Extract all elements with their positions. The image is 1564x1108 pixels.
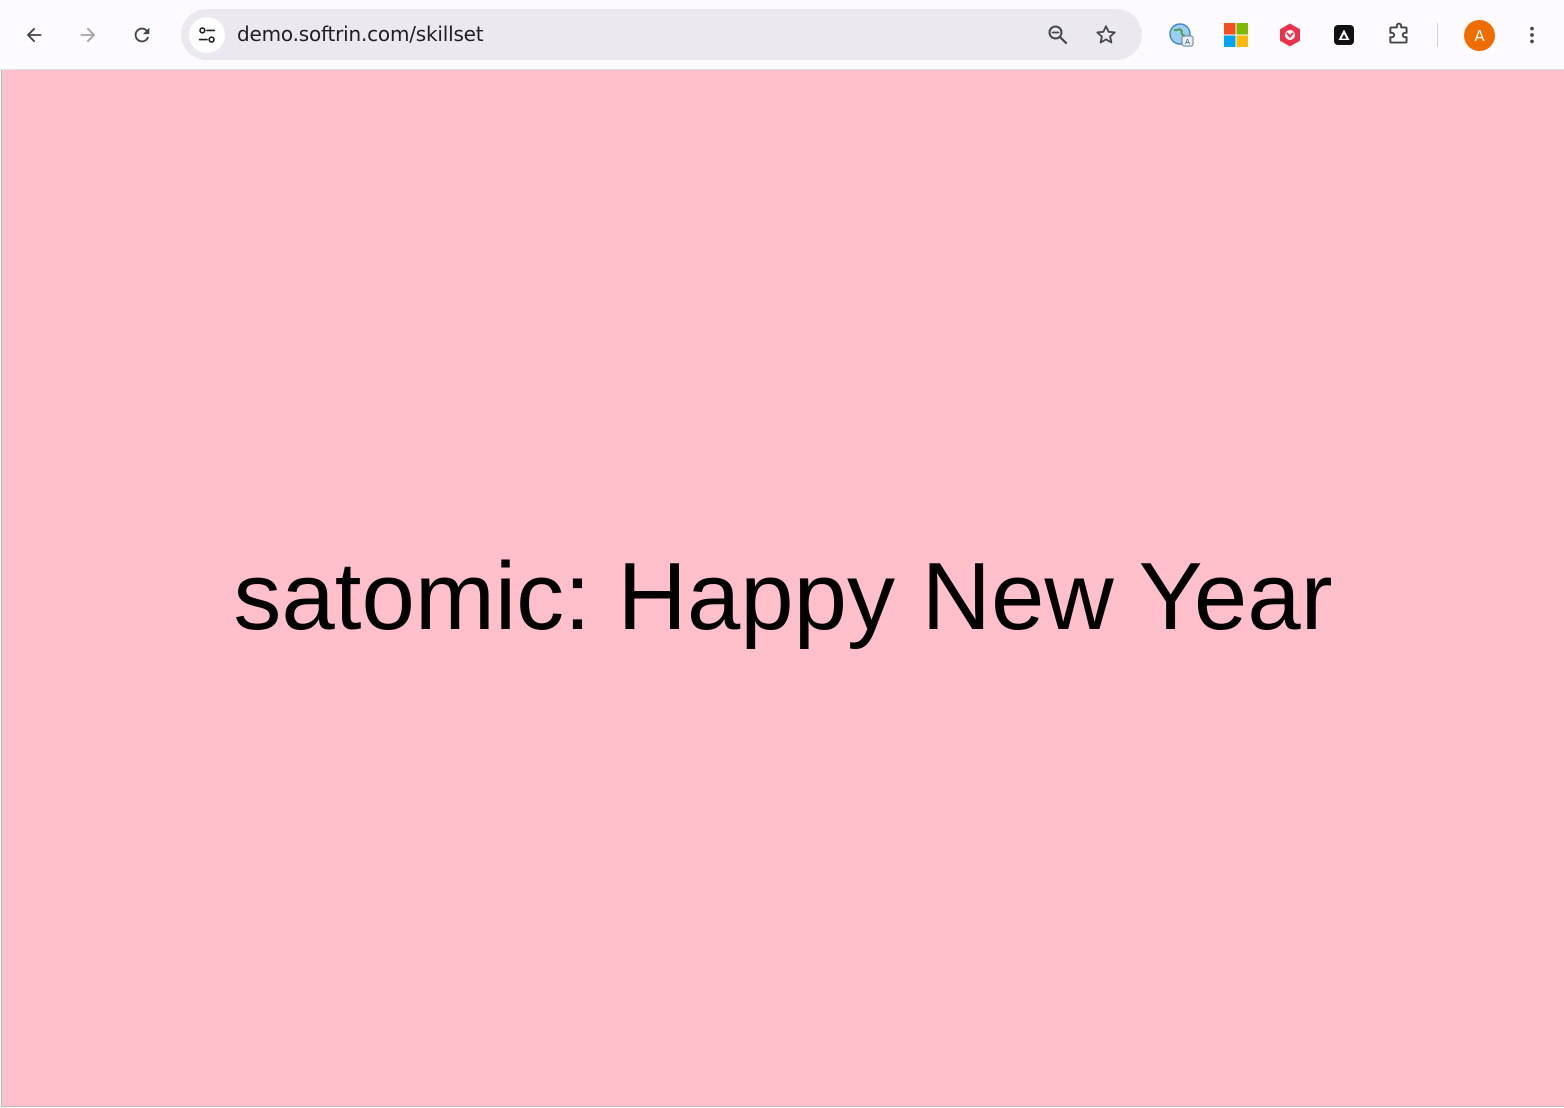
toolbar-divider	[1437, 23, 1438, 47]
address-bar[interactable]: demo.softrin.com/skillset	[181, 9, 1142, 60]
reload-icon	[134, 27, 150, 43]
more-menu-button[interactable]	[1516, 19, 1548, 51]
profile-avatar[interactable]: A	[1464, 20, 1495, 51]
extension-black-triangle[interactable]	[1329, 20, 1359, 50]
red-shield-extension-icon	[1280, 23, 1300, 47]
back-button[interactable]	[14, 15, 54, 55]
reload-button[interactable]	[122, 15, 162, 55]
forward-arrow-icon	[80, 27, 96, 43]
page-viewport: satomic: Happy New Year	[1, 70, 1564, 1107]
page-message: satomic: Happy New Year	[233, 543, 1333, 650]
url-text[interactable]: demo.softrin.com/skillset	[237, 9, 484, 60]
extension-red-shield[interactable]	[1275, 20, 1305, 50]
extension-translate[interactable]: A	[1166, 20, 1196, 50]
puzzle-piece-icon	[1389, 22, 1408, 44]
translate-globe-icon: A	[1169, 23, 1194, 47]
browser-toolbar: demo.softrin.com/skillset A A	[0, 0, 1564, 70]
extensions-menu-button[interactable]	[1384, 20, 1414, 50]
back-arrow-icon	[26, 27, 42, 43]
star-icon	[1096, 25, 1116, 44]
zoom-icon	[1048, 25, 1068, 45]
zoom-button[interactable]	[1044, 21, 1072, 49]
site-settings-icon	[198, 27, 216, 43]
black-triangle-extension-icon	[1334, 25, 1354, 45]
extension-microsoft[interactable]	[1221, 20, 1251, 50]
forward-button[interactable]	[68, 15, 108, 55]
bookmark-button[interactable]	[1092, 21, 1120, 49]
site-info-button[interactable]	[189, 17, 225, 53]
svg-text:A: A	[1185, 38, 1190, 46]
microsoft-logo-icon	[1224, 23, 1248, 47]
vertical-dots-icon	[1530, 26, 1534, 44]
